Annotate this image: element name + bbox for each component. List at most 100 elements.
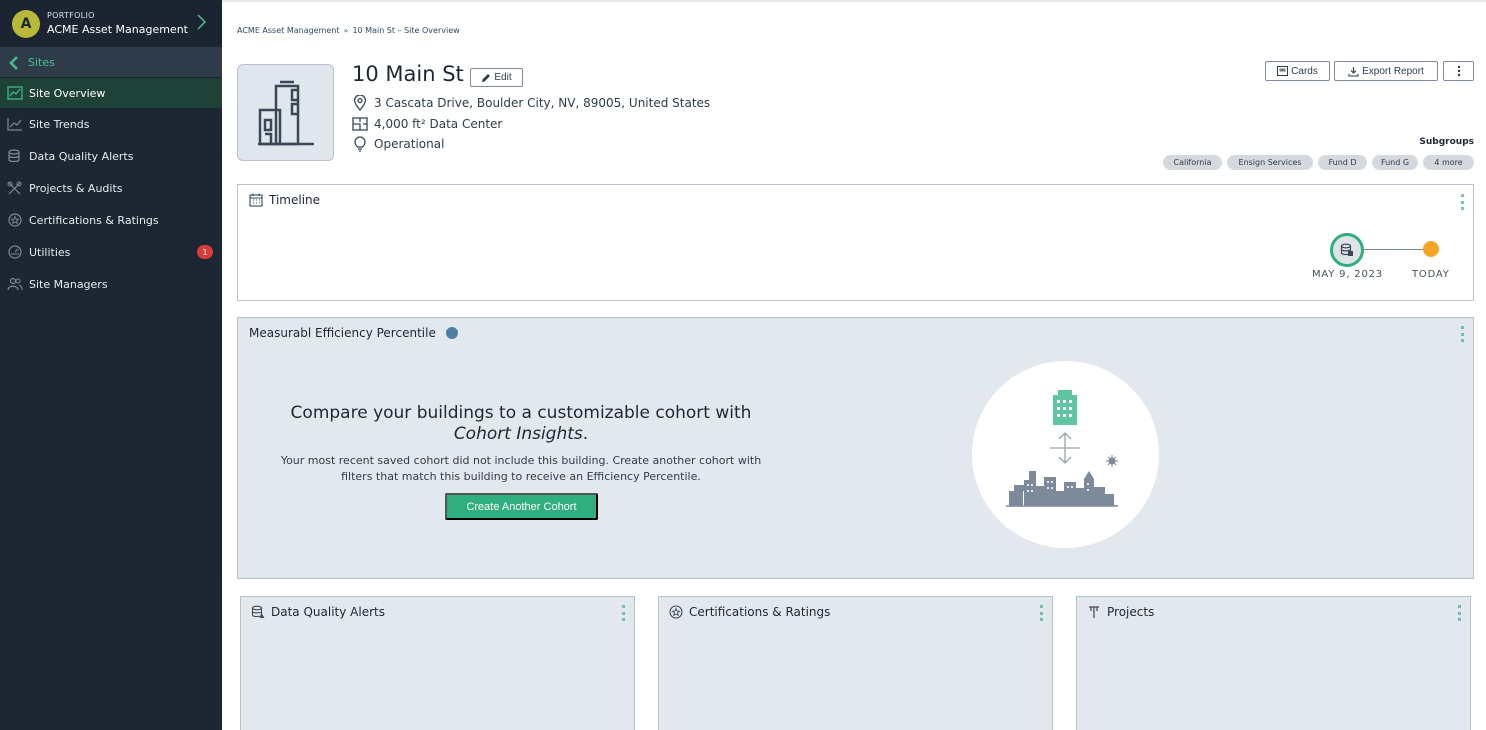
- breadcrumb-separator: »: [343, 26, 349, 35]
- subgroup-chip[interactable]: Ensign Services: [1227, 155, 1313, 170]
- site-address: 3 Cascata Drive, Boulder City, NV, 89005…: [352, 95, 710, 111]
- certifications-ratings-title: Certifications & Ratings: [669, 605, 830, 619]
- sidebar-item-label: Certifications & Ratings: [29, 213, 159, 227]
- lightbulb-icon: [352, 136, 368, 152]
- subgroup-chip[interactable]: Fund G: [1372, 155, 1418, 170]
- cards-icon: [1277, 66, 1289, 76]
- tools-icon: [7, 180, 23, 196]
- export-report-button[interactable]: Export Report: [1334, 61, 1438, 81]
- data-quality-alerts-card: Data Quality Alerts: [240, 596, 635, 730]
- certifications-ratings-title-text: Certifications & Ratings: [689, 605, 831, 619]
- timeline-menu-icon[interactable]: [1459, 194, 1465, 210]
- sidebar-item-label: Site Trends: [29, 117, 90, 131]
- portfolio-switcher[interactable]: A PORTFOLIO ACME Asset Management: [0, 0, 222, 48]
- database-alert-icon: [251, 605, 265, 618]
- tools-icon: [1089, 606, 1099, 618]
- timeline-title: Timeline: [249, 193, 320, 207]
- edit-button[interactable]: Edit: [470, 68, 523, 87]
- projects-title-text: Projects: [1107, 605, 1155, 619]
- cohort-heading-period: .: [582, 424, 589, 444]
- breadcrumb-portfolio-link[interactable]: ACME Asset Management: [237, 26, 340, 35]
- projects-title: Projects: [1087, 605, 1154, 619]
- card-menu-icon[interactable]: [1456, 605, 1462, 621]
- database-icon: [1340, 243, 1353, 256]
- subgroup-more-chip[interactable]: 4 more: [1423, 155, 1474, 170]
- edit-button-label: Edit: [494, 72, 512, 83]
- breadcrumb: ACME Asset Management» 10 Main St – Site …: [237, 26, 460, 35]
- sidebar-item-label: Site Managers: [29, 277, 108, 291]
- sidebar-item-label: Projects & Audits: [29, 181, 123, 195]
- certifications-ratings-card: Certifications & Ratings: [658, 596, 1053, 730]
- portfolio-avatar: A: [12, 9, 40, 38]
- site-address-text: 3 Cascata Drive, Boulder City, NV, 89005…: [374, 96, 711, 110]
- sidebar-item-data-quality-alerts[interactable]: Data Quality Alerts: [0, 140, 222, 172]
- kebab-menu-icon: [1457, 65, 1460, 77]
- cohort-description: Your most recent saved cohort did not in…: [280, 454, 762, 483]
- pencil-icon: [482, 73, 491, 82]
- data-quality-alerts-title-text: Data Quality Alerts: [271, 605, 385, 619]
- info-icon[interactable]: [445, 327, 458, 339]
- efficiency-title-text: Measurabl Efficiency Percentile: [249, 326, 436, 340]
- subgroup-chip[interactable]: California: [1163, 155, 1222, 170]
- utilities-badge: 1: [197, 245, 213, 259]
- chevron-right-icon[interactable]: [195, 13, 209, 31]
- cohort-insights-emphasis: Cohort Insights: [453, 424, 583, 444]
- award-icon: [7, 212, 23, 228]
- database-alert-icon: [7, 148, 23, 164]
- users-icon: [7, 276, 23, 292]
- card-menu-icon[interactable]: [620, 605, 626, 621]
- utility-icon: [7, 244, 23, 260]
- subgroup-chip[interactable]: Fund D: [1318, 155, 1367, 170]
- floorplan-icon: [352, 116, 368, 132]
- card-menu-icon[interactable]: [1038, 605, 1044, 621]
- award-icon: [669, 605, 683, 619]
- site-status-text: Operational: [374, 137, 445, 151]
- site-size-type: 4,000 ft² Data Center: [352, 116, 502, 132]
- sidebar-item-certifications-ratings[interactable]: Certifications & Ratings: [0, 204, 222, 236]
- timeline-title-text: Timeline: [269, 193, 321, 207]
- timeline-card: Timeline MAY 9, 2023 TODAY: [237, 184, 1474, 301]
- more-options-button[interactable]: [1443, 61, 1474, 81]
- portfolio-kicker: PORTFOLIO: [47, 11, 95, 20]
- efficiency-menu-icon[interactable]: [1459, 326, 1465, 342]
- timeline-start-marker[interactable]: [1330, 233, 1364, 267]
- data-quality-alerts-title: Data Quality Alerts: [251, 605, 385, 619]
- breadcrumb-current: 10 Main St – Site Overview: [352, 26, 460, 35]
- chart-icon: [7, 85, 23, 101]
- cohort-illustration: [972, 361, 1159, 548]
- sidebar-item-label: Utilities: [29, 245, 71, 259]
- sites-back-link[interactable]: Sites: [0, 48, 222, 78]
- location-pin-icon: [352, 95, 368, 111]
- projects-card: Projects: [1076, 596, 1471, 730]
- download-icon: [1348, 66, 1359, 77]
- timeline-end-label: TODAY: [1412, 269, 1450, 280]
- site-image: [237, 64, 334, 161]
- efficiency-percentile-card: Measurabl Efficiency Percentile Compare …: [237, 317, 1474, 579]
- portfolio-name: ACME Asset Management: [47, 23, 188, 36]
- efficiency-title: Measurabl Efficiency Percentile: [249, 326, 458, 340]
- create-another-cohort-button[interactable]: Create Another Cohort: [445, 493, 598, 520]
- sidebar: A PORTFOLIO ACME Asset Management Sites …: [0, 0, 222, 730]
- sidebar-item-projects-audits[interactable]: Projects & Audits: [0, 172, 222, 204]
- timeline-start-label: MAY 9, 2023: [1312, 269, 1383, 280]
- main-content: ACME Asset Management» 10 Main St – Site …: [222, 0, 1486, 730]
- sidebar-item-site-trends[interactable]: Site Trends: [0, 108, 222, 140]
- sidebar-item-site-overview[interactable]: Site Overview: [0, 78, 222, 108]
- cohort-heading-line2: Cohort Insights.: [271, 424, 771, 445]
- sidebar-item-site-managers[interactable]: Site Managers: [0, 268, 222, 300]
- chevron-left-icon: [9, 55, 18, 70]
- calendar-icon: [249, 193, 263, 207]
- sidebar-item-utilities[interactable]: Utilities 1: [0, 236, 222, 268]
- sites-label: Sites: [28, 56, 55, 69]
- cohort-heading-line1: Compare your buildings to a customizable…: [290, 403, 752, 423]
- site-title: 10 Main St: [352, 62, 464, 86]
- timeline-today-marker[interactable]: [1423, 241, 1439, 257]
- city-comparison-icon: [1006, 390, 1118, 507]
- cards-button-label: Cards: [1291, 65, 1318, 77]
- cards-button[interactable]: Cards: [1265, 61, 1330, 81]
- site-size-type-text: 4,000 ft² Data Center: [374, 117, 503, 131]
- export-report-button-label: Export Report: [1362, 65, 1424, 77]
- sidebar-item-label: Data Quality Alerts: [29, 149, 134, 163]
- subgroups-label: Subgroups: [1419, 137, 1474, 147]
- building-icon: [257, 80, 314, 145]
